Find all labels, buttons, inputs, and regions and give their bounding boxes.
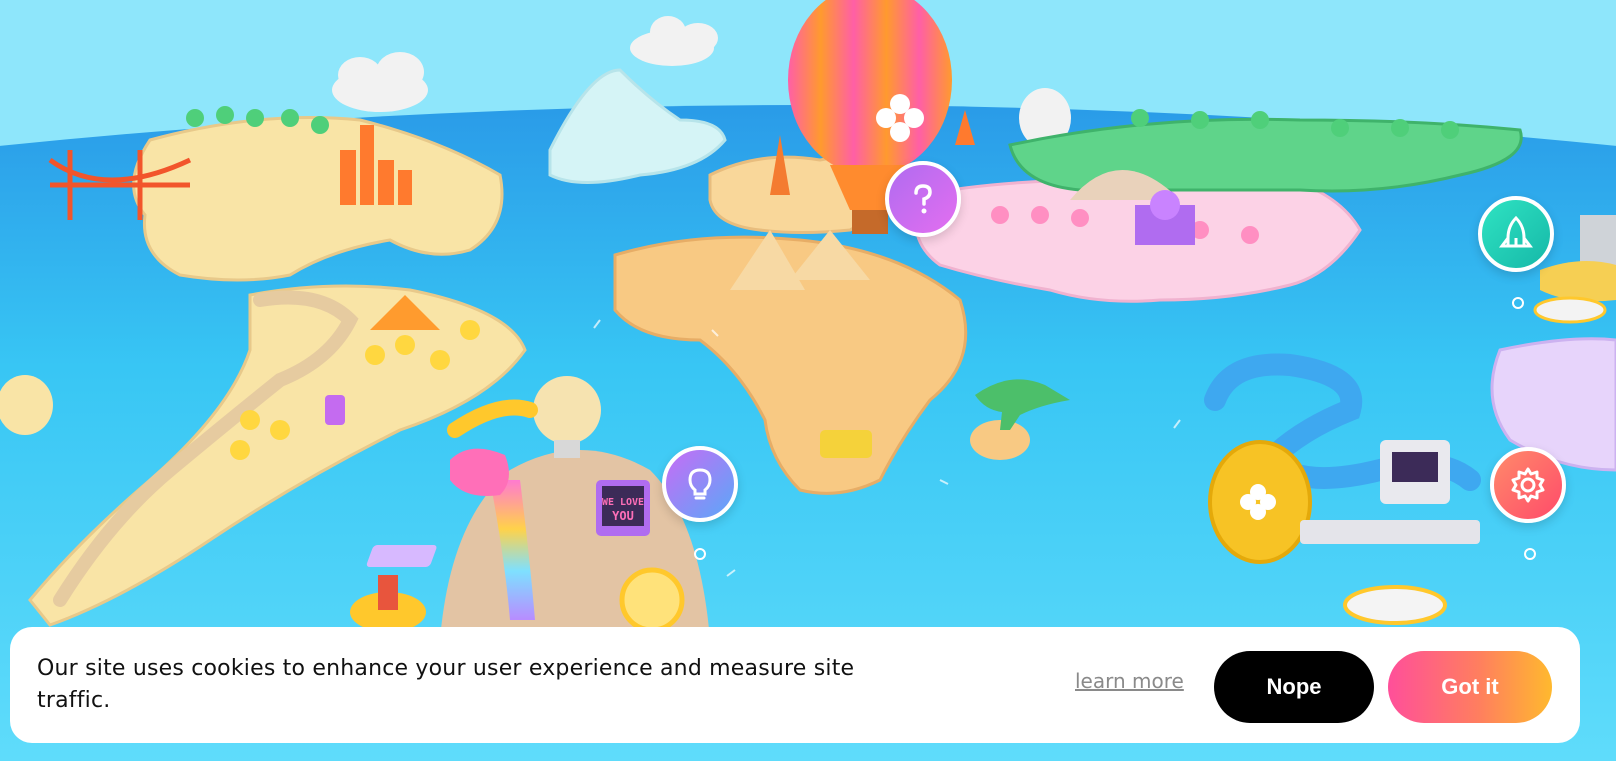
lightbulb-icon: [688, 468, 712, 500]
cookie-banner: Our site uses cookies to enhance your us…: [10, 627, 1580, 743]
hotspot-marker: [1524, 548, 1536, 560]
help-hotspot[interactable]: [885, 161, 961, 237]
accept-cookies-button[interactable]: Got it: [1388, 651, 1552, 723]
cookie-message: Our site uses cookies to enhance your us…: [37, 656, 855, 713]
rocket-icon: [1499, 215, 1533, 248]
question-icon: [914, 184, 932, 214]
settings-hotspot[interactable]: [1490, 447, 1566, 523]
learn-more-link[interactable]: learn more: [1075, 669, 1184, 693]
idea-hotspot[interactable]: [662, 446, 738, 522]
hotspot-marker: [1512, 297, 1524, 309]
hotspot-marker: [694, 548, 706, 560]
monitor-text-line1: WE LOVE: [602, 497, 644, 508]
launch-hotspot[interactable]: [1478, 196, 1554, 272]
monitor-text-line2: YOU: [612, 509, 634, 523]
gear-icon: [1511, 467, 1545, 503]
decline-cookies-button[interactable]: Nope: [1214, 651, 1374, 723]
